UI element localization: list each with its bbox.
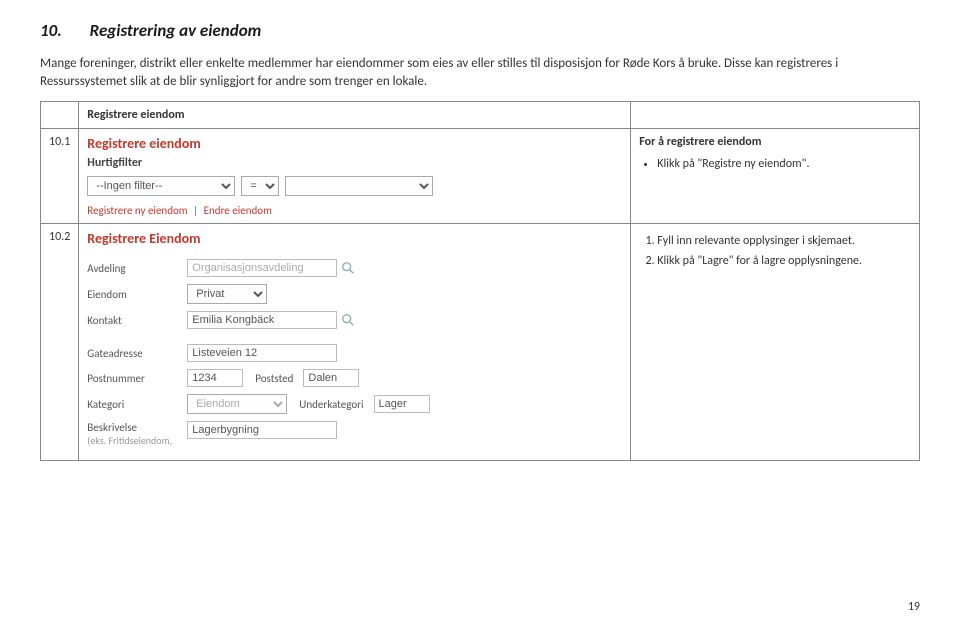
- separator: |: [193, 204, 198, 217]
- poststed-label: Poststed: [255, 372, 293, 385]
- form-subtitle: Hurtigfilter: [87, 156, 622, 170]
- register-new-link[interactable]: Registrere ny eiendom: [87, 204, 187, 217]
- heading-text: Registrering av eiendom: [90, 20, 262, 41]
- form-row-kategori: Kategori Eiendom Underkategori: [87, 394, 622, 414]
- avdeling-input[interactable]: [187, 259, 337, 277]
- search-icon[interactable]: [341, 313, 355, 327]
- form-row-postnummer: Postnummer Poststed: [87, 369, 622, 387]
- intro-paragraph: Mange foreninger, distrikt eller enkelte…: [40, 55, 920, 91]
- avdeling-label: Avdeling: [87, 262, 187, 275]
- gateadresse-label: Gateadresse: [87, 347, 187, 360]
- table-row: 10.1 Registrere eiendom Hurtigfilter --I…: [41, 129, 920, 224]
- table-header-row: Registrere eiendom: [41, 102, 920, 129]
- instruction-cell: Fyll inn relevante opplysinger i skjemae…: [631, 224, 920, 461]
- search-icon[interactable]: [341, 261, 355, 275]
- instruction-item: Klikk på "Lagre" for å lagre opplysninge…: [657, 254, 911, 268]
- instruction-item: Fyll inn relevante opplysinger i skjemae…: [657, 234, 911, 248]
- kategori-label: Kategori: [87, 398, 187, 411]
- underkategori-input[interactable]: [374, 395, 430, 413]
- form-row-eiendom: Eiendom Privat: [87, 284, 622, 304]
- poststed-input[interactable]: [303, 369, 359, 387]
- eiendom-label: Eiendom: [87, 288, 187, 301]
- kontakt-label: Kontakt: [87, 314, 187, 327]
- filter-value-select[interactable]: [285, 176, 433, 196]
- eiendom-select[interactable]: Privat: [187, 284, 267, 304]
- beskrivelse-input[interactable]: [187, 421, 337, 439]
- form-title: Registrere Eiendom: [87, 230, 622, 247]
- form-row-gateadresse: Gateadresse: [87, 344, 622, 362]
- underkategori-label: Underkategori: [299, 398, 363, 411]
- form-title: Registrere eiendom: [87, 135, 622, 152]
- postnummer-label: Postnummer: [87, 372, 187, 385]
- gateadresse-input[interactable]: [187, 344, 337, 362]
- table-header-cell: Registrere eiendom: [79, 102, 631, 129]
- filter-select[interactable]: --Ingen filter--: [87, 176, 235, 196]
- instruction-list: Klikk på "Registre ny eiendom".: [657, 157, 911, 171]
- instruction-item: Klikk på "Registre ny eiendom".: [657, 157, 911, 171]
- filter-operator-select[interactable]: =: [241, 176, 279, 196]
- table-row: 10.2 Registrere Eiendom Avdeling Eiendom…: [41, 224, 920, 461]
- form-row-avdeling: Avdeling: [87, 259, 622, 277]
- action-links: Registrere ny eiendom | Endre eiendom: [87, 204, 622, 217]
- instruction-table: Registrere eiendom 10.1 Registrere eiend…: [40, 101, 920, 461]
- edit-link[interactable]: Endre eiendom: [204, 204, 272, 217]
- screenshot-cell: Registrere Eiendom Avdeling Eiendom Priv…: [79, 224, 631, 461]
- form-row-beskrivelse: Beskrivelse (eks. Fritidseiendom,: [87, 421, 622, 447]
- instruction-list: Fyll inn relevante opplysinger i skjemae…: [657, 234, 911, 268]
- heading-number: 10.: [40, 20, 62, 41]
- instruction-title: For å registrere eiendom: [639, 135, 911, 149]
- form-row-kontakt: Kontakt: [87, 311, 622, 329]
- filter-row: --Ingen filter-- =: [87, 176, 622, 196]
- screenshot-cell: Registrere eiendom Hurtigfilter --Ingen …: [79, 129, 631, 224]
- postnummer-input[interactable]: [187, 369, 243, 387]
- page-number: 19: [908, 600, 920, 614]
- beskrivelse-label: Beskrivelse (eks. Fritidseiendom,: [87, 421, 187, 447]
- kontakt-input[interactable]: [187, 311, 337, 329]
- kategori-select[interactable]: Eiendom: [187, 394, 287, 414]
- step-number: 10.1: [41, 129, 79, 224]
- step-number: 10.2: [41, 224, 79, 461]
- instruction-cell: For å registrere eiendom Klikk på "Regis…: [631, 129, 920, 224]
- section-heading: 10. Registrering av eiendom: [40, 20, 920, 41]
